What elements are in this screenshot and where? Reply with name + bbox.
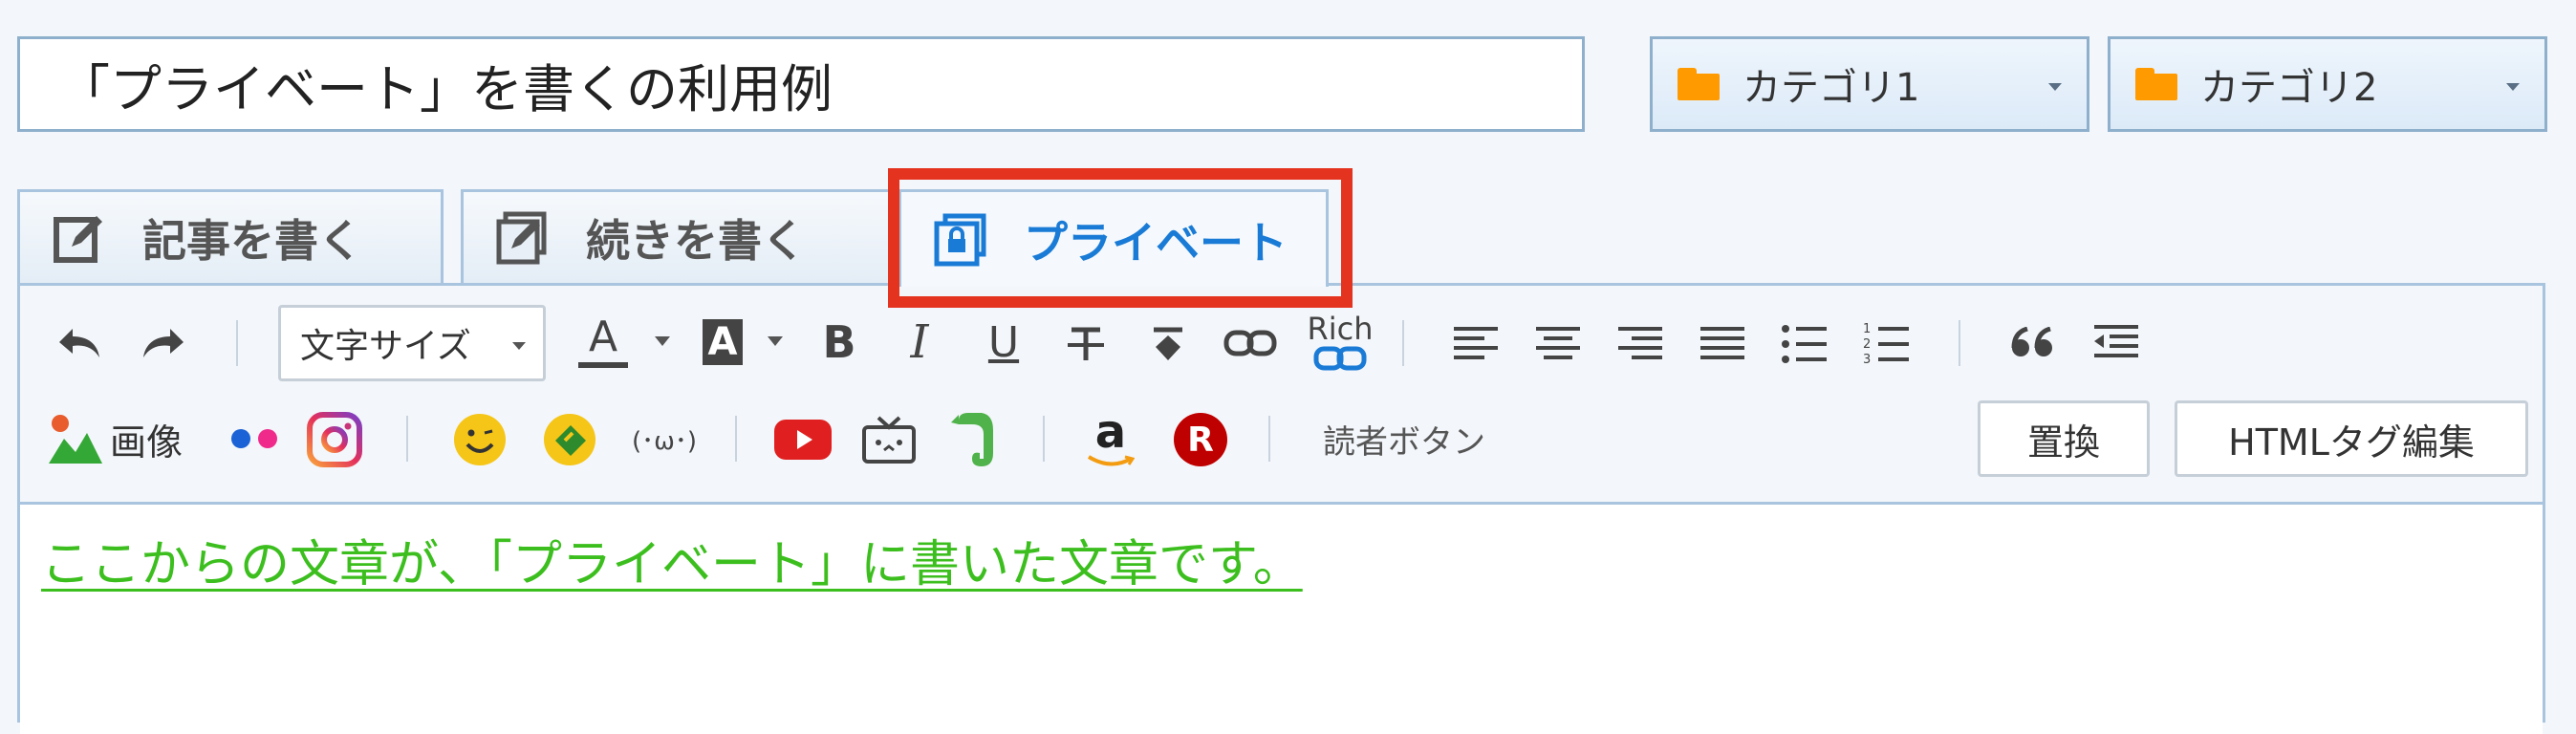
font-size-label: 文字サイズ bbox=[300, 327, 471, 366]
category-label: カテゴリ2 bbox=[2200, 66, 2378, 110]
svg-text:3: 3 bbox=[1863, 353, 1871, 367]
clear-format-icon[interactable] bbox=[1136, 313, 1200, 376]
separator bbox=[735, 416, 737, 462]
html-edit-button-label: HTMLタグ編集 bbox=[2228, 421, 2475, 464]
chevron-down-icon bbox=[512, 342, 526, 350]
svg-text:2: 2 bbox=[1863, 337, 1871, 352]
editor-body[interactable]: ここからの文章が、「プライベート」に書いた文章です。 bbox=[20, 502, 2543, 734]
font-color-button[interactable]: A bbox=[565, 309, 641, 376]
amazon-button[interactable]: a bbox=[1077, 402, 1144, 475]
replace-button[interactable]: 置換 bbox=[1978, 400, 2150, 477]
chevron-down-icon bbox=[2048, 83, 2062, 91]
bg-color-glyph: A bbox=[702, 319, 744, 365]
tab-label: プライベート bbox=[1024, 216, 1288, 269]
editor-panel: 文字サイズ A A B I U Rich 1 2 3 画像 (･ω･) a R … bbox=[17, 283, 2545, 734]
chevron-down-icon bbox=[2506, 83, 2520, 91]
chevron-down-icon[interactable] bbox=[764, 332, 787, 351]
youtube-icon[interactable] bbox=[769, 406, 836, 473]
font-color-glyph: A bbox=[588, 313, 618, 361]
italic-glyph: I bbox=[910, 315, 929, 369]
align-left-icon[interactable] bbox=[1444, 313, 1507, 376]
color-bar bbox=[578, 362, 628, 368]
separator bbox=[1043, 416, 1045, 462]
underline-button[interactable]: U bbox=[970, 309, 1037, 376]
niconico-icon[interactable] bbox=[855, 406, 922, 473]
separator bbox=[1268, 416, 1270, 462]
emoji-icon[interactable] bbox=[446, 406, 513, 473]
category-select-1[interactable]: カテゴリ1 bbox=[1650, 36, 2089, 132]
edit-continue-icon bbox=[496, 210, 552, 266]
rich-link-icon bbox=[1313, 346, 1367, 371]
reader-button[interactable]: 読者ボタン bbox=[1309, 410, 1500, 467]
reader-button-label: 読者ボタン bbox=[1323, 422, 1485, 462]
emoticon-button[interactable]: (･ω･) bbox=[617, 410, 712, 467]
folder-icon bbox=[1678, 68, 1720, 100]
separator bbox=[406, 416, 408, 462]
bold-button[interactable]: B bbox=[806, 309, 873, 376]
folder-icon bbox=[2135, 68, 2177, 100]
align-justify-icon[interactable] bbox=[1691, 313, 1754, 376]
evernote-icon[interactable] bbox=[940, 406, 1007, 473]
replace-button-label: 置換 bbox=[2026, 421, 2100, 464]
tab-label: 続きを書く bbox=[586, 214, 806, 267]
tab-label: 記事を書く bbox=[142, 214, 362, 267]
title-input[interactable] bbox=[17, 36, 1585, 132]
chevron-down-icon[interactable] bbox=[651, 332, 674, 351]
bullet-list-icon[interactable] bbox=[1773, 313, 1836, 376]
flickr-icon[interactable] bbox=[223, 410, 286, 467]
align-center-icon[interactable] bbox=[1526, 313, 1590, 376]
image-icon bbox=[48, 415, 102, 464]
rich-link-label: Rich bbox=[1307, 311, 1374, 347]
amazon-glyph: a bbox=[1094, 405, 1127, 459]
blockquote-icon[interactable] bbox=[2002, 313, 2066, 376]
rakuten-icon[interactable]: R bbox=[1167, 406, 1234, 473]
instagram-icon[interactable] bbox=[301, 406, 368, 473]
tab-private[interactable]: プライベート bbox=[898, 189, 1329, 287]
italic-button[interactable]: I bbox=[886, 309, 953, 376]
tab-write-article[interactable]: 記事を書く bbox=[17, 189, 444, 283]
numbered-list-icon[interactable]: 123 bbox=[1855, 313, 1918, 376]
private-icon bbox=[934, 212, 989, 268]
outdent-icon[interactable] bbox=[2085, 313, 2148, 376]
emoticon-label: (･ω･) bbox=[631, 426, 698, 456]
editor-text: ここからの文章が、「プライベート」に書いた文章です。 bbox=[41, 536, 1303, 594]
tab-write-continue[interactable]: 続きを書く bbox=[461, 189, 897, 283]
svg-text:1: 1 bbox=[1863, 322, 1871, 336]
strikethrough-icon[interactable] bbox=[1054, 313, 1117, 376]
toolbar-row-2: 画像 (･ω･) a R 読者ボタン 置換 HTMLタグ編集 bbox=[20, 399, 2543, 485]
image-label: 画像 bbox=[109, 421, 183, 464]
separator bbox=[1959, 320, 1960, 366]
category-label: カテゴリ1 bbox=[1743, 66, 1920, 110]
edit-icon bbox=[53, 210, 108, 266]
separator bbox=[236, 320, 238, 366]
sticker-icon[interactable] bbox=[536, 406, 603, 473]
align-right-icon[interactable] bbox=[1609, 313, 1672, 376]
amazon-smile-icon bbox=[1087, 455, 1135, 466]
category-select-2[interactable]: カテゴリ2 bbox=[2108, 36, 2547, 132]
bold-glyph: B bbox=[822, 316, 856, 368]
html-edit-button[interactable]: HTMLタグ編集 bbox=[2175, 400, 2528, 477]
rich-link-button[interactable]: Rich bbox=[1297, 303, 1383, 383]
bg-color-button[interactable]: A bbox=[689, 309, 756, 376]
undo-icon[interactable] bbox=[51, 314, 108, 372]
image-button[interactable]: 画像 bbox=[39, 410, 192, 467]
separator bbox=[1402, 320, 1404, 366]
toolbar-row-1: 文字サイズ A A B I U Rich 1 2 3 bbox=[20, 303, 2543, 389]
redo-icon[interactable] bbox=[135, 314, 192, 372]
rakuten-glyph: R bbox=[1174, 413, 1227, 466]
link-icon[interactable] bbox=[1219, 313, 1282, 376]
font-size-select[interactable]: 文字サイズ bbox=[278, 305, 546, 381]
underline-glyph: U bbox=[987, 317, 1020, 367]
